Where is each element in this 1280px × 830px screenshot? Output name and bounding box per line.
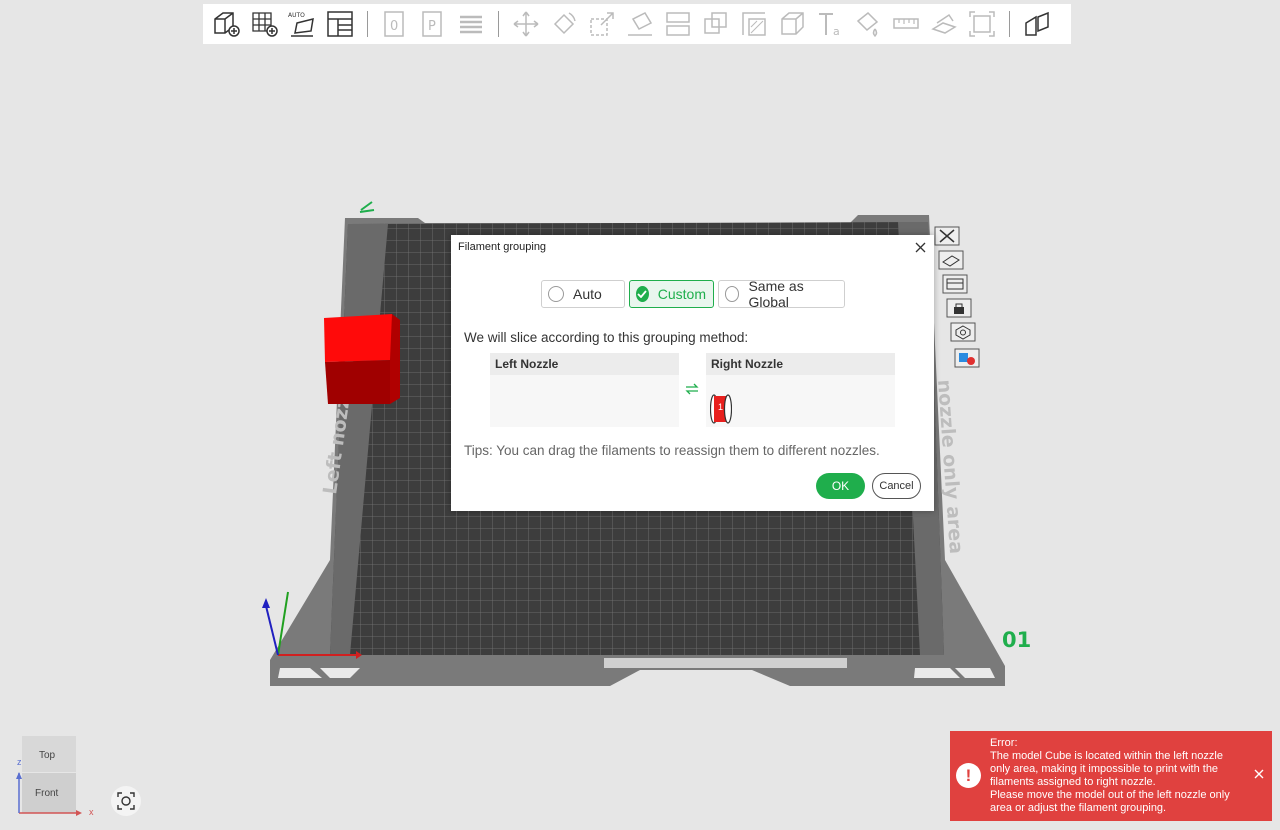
grouping-method-text: We will slice according to this grouping… xyxy=(464,330,749,345)
arrange-plate-icon[interactable] xyxy=(938,250,964,270)
color-paint-icon[interactable] xyxy=(851,8,885,40)
radio-icon xyxy=(725,286,740,302)
error-title: Error: xyxy=(990,737,1018,749)
svg-text:a: a xyxy=(833,25,840,38)
filament-number: 1 xyxy=(718,402,724,412)
orient-plate-icon[interactable] xyxy=(942,274,968,294)
ok-button[interactable]: OK xyxy=(816,473,865,499)
seam-paint-icon[interactable] xyxy=(775,8,809,40)
left-nozzle-panel[interactable]: Left Nozzle xyxy=(490,353,679,427)
filament-spool[interactable]: 1 xyxy=(709,393,733,425)
option-same-as-global[interactable]: Same as Global xyxy=(718,278,845,310)
error-line-1: The model Cube is located within the lef… xyxy=(990,750,1223,788)
error-line-2: Please move the model out of the left no… xyxy=(990,789,1230,814)
option-custom[interactable]: Custom xyxy=(629,280,714,308)
layout-icon[interactable] xyxy=(323,8,357,40)
lay-on-face-icon[interactable] xyxy=(623,8,657,40)
toolbar-separator xyxy=(1009,11,1010,37)
measure-icon[interactable] xyxy=(889,8,923,40)
toolbar-separator xyxy=(367,11,368,37)
plate-toolbar xyxy=(932,226,987,376)
option-auto[interactable]: Auto xyxy=(541,280,625,308)
lock-plate-icon[interactable] xyxy=(946,298,972,318)
error-notification: ! Error: The model Cube is located withi… xyxy=(950,731,1272,821)
main-toolbar: AUTO 0 P a xyxy=(203,4,1071,44)
cube-model xyxy=(324,314,400,404)
recenter-view-icon[interactable] xyxy=(111,786,141,816)
fit-icon[interactable] xyxy=(965,8,999,40)
split-icon[interactable] xyxy=(1020,8,1054,40)
right-nozzle-header: Right Nozzle xyxy=(706,353,895,375)
move-icon[interactable] xyxy=(509,8,543,40)
placeholder-p-icon[interactable]: P xyxy=(416,8,450,40)
cancel-button[interactable]: Cancel xyxy=(872,473,921,499)
close-icon[interactable] xyxy=(912,239,928,255)
left-nozzle-header: Left Nozzle xyxy=(490,353,679,375)
tips-text: Tips: You can drag the filaments to reas… xyxy=(464,443,880,458)
axis-z-label: z xyxy=(17,757,22,767)
view-cube[interactable]: Top Front z x xyxy=(16,735,96,820)
auto-arrange-icon[interactable]: AUTO xyxy=(285,8,319,40)
plate-settings-icon[interactable] xyxy=(950,322,976,342)
error-icon: ! xyxy=(956,763,981,788)
checkmark-icon xyxy=(636,286,649,302)
radio-icon xyxy=(548,286,564,302)
assembly-icon[interactable] xyxy=(927,8,961,40)
scale-icon[interactable] xyxy=(585,8,619,40)
filament-map-icon[interactable] xyxy=(954,348,980,368)
add-object-icon[interactable] xyxy=(209,8,243,40)
grouping-mode-options: Auto Custom Same as Global xyxy=(541,278,845,310)
support-paint-icon[interactable] xyxy=(737,8,771,40)
view-top-label[interactable]: Top xyxy=(39,750,55,761)
cut-icon[interactable] xyxy=(661,8,695,40)
option-label: Same as Global xyxy=(748,278,804,310)
view-front-label[interactable]: Front xyxy=(35,788,58,799)
option-label: Auto xyxy=(573,286,602,302)
filament-grouping-dialog: Filament grouping Auto Custom Same as Gl… xyxy=(451,235,934,511)
right-nozzle-panel[interactable]: Right Nozzle 1 xyxy=(706,353,895,427)
svg-text:0: 0 xyxy=(390,19,398,34)
placeholder-0-icon[interactable]: 0 xyxy=(378,8,412,40)
plate-number: 01 xyxy=(1002,628,1032,652)
add-plate-icon[interactable] xyxy=(247,8,281,40)
axis-x-label: x xyxy=(89,807,94,817)
text-icon[interactable]: a xyxy=(813,8,847,40)
rotate-icon[interactable] xyxy=(547,8,581,40)
stack-icon[interactable] xyxy=(454,8,488,40)
boolean-icon[interactable] xyxy=(699,8,733,40)
swap-icon[interactable] xyxy=(685,382,699,395)
svg-text:AUTO: AUTO xyxy=(288,12,305,19)
delete-plate-icon[interactable] xyxy=(934,226,960,246)
edit-plate-icon xyxy=(359,201,375,213)
svg-text:P: P xyxy=(428,19,436,34)
toolbar-separator xyxy=(498,11,499,37)
option-label: Custom xyxy=(657,286,706,302)
error-message: Error: The model Cube is located within … xyxy=(990,737,1240,815)
close-icon[interactable] xyxy=(1254,769,1266,781)
dialog-title: Filament grouping xyxy=(458,241,547,253)
